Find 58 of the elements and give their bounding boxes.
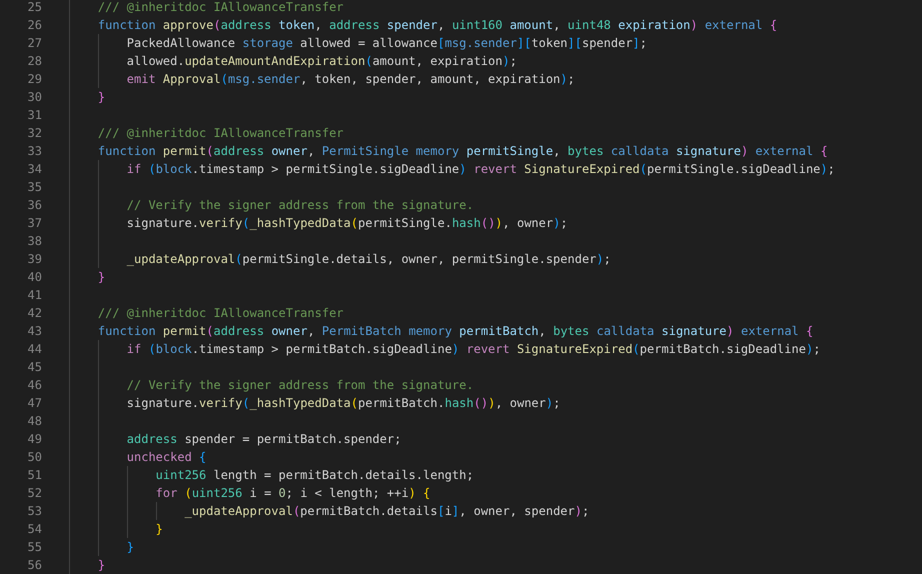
line-number: 56: [26, 557, 42, 574]
line-number: 35: [26, 179, 42, 196]
line-number: 42: [26, 305, 42, 322]
code-line: unchecked {: [126, 449, 206, 466]
line-number: 26: [26, 17, 42, 34]
code-line: if (block.timestamp > permitBatch.sigDeadline) revert SignatureExpired(permitBatch.sigDeadline);: [126, 341, 820, 358]
code-line: for (uint256 i = 0; i < length; ++i) {: [156, 485, 430, 502]
code-line: /// @inheritdoc IAllowanceTransfer: [98, 305, 344, 322]
line-number: 37: [26, 215, 42, 232]
line-number: 30: [26, 89, 42, 106]
line-number: 48: [26, 413, 42, 430]
code-line: }: [98, 269, 106, 286]
code-line: /// @inheritdoc IAllowanceTransfer: [98, 0, 344, 16]
line-number: 41: [26, 287, 42, 304]
line-number: 47: [26, 395, 42, 412]
code-line: function permit(address owner, PermitSingle memory permitSingle, bytes calldata signature) external {: [98, 143, 828, 160]
line-number: 31: [26, 107, 42, 124]
line-number: 50: [26, 449, 42, 466]
line-number: 53: [26, 503, 42, 520]
line-number: 32: [26, 125, 42, 142]
line-number: 33: [26, 143, 42, 160]
line-number: 51: [26, 467, 42, 484]
code-line: function approve(address token, address spender, uint160 amount, uint48 expiration) external {: [98, 17, 778, 34]
line-number: 39: [26, 251, 42, 268]
code-line: signature.verify(_hashTypedData(permitBatch.hash()), owner);: [126, 395, 560, 412]
line-number: 44: [26, 341, 42, 358]
code-line: function permit(address owner, PermitBatch memory permitBatch, bytes calldata signature) external {: [98, 323, 814, 340]
line-number: 54: [26, 521, 42, 538]
code-line: if (block.timestamp > permitSingle.sigDeadline) revert SignatureExpired(permitSingle.sigDeadline);: [126, 161, 835, 178]
code-line: PackedAllowance storage allowed = allowance[msg.sender][token][spender];: [126, 35, 648, 52]
code-line: }: [156, 521, 163, 538]
line-number: 49: [26, 431, 42, 448]
code-line: _updateApproval(permitSingle.details, owner, permitSingle.spender);: [126, 251, 611, 268]
code-line: address spender = permitBatch.spender;: [126, 431, 402, 448]
code-line: allowed.updateAmountAndExpiration(amount, expiration);: [126, 53, 517, 70]
line-number: 38: [26, 233, 42, 250]
line-number: 29: [26, 71, 42, 88]
code-line: uint256 length = permitBatch.details.length;: [156, 467, 474, 484]
line-number: 36: [26, 197, 42, 214]
line-number: 40: [26, 269, 42, 286]
code-line: }: [98, 89, 106, 106]
line-number: 52: [26, 485, 42, 502]
line-number: 34: [26, 161, 42, 178]
code-line: emit Approval(msg.sender, token, spender, amount, expiration);: [126, 71, 575, 88]
code-line: }: [98, 557, 106, 574]
code-line: _updateApproval(permitBatch.details[i], owner, spender);: [184, 503, 590, 520]
line-number: 43: [26, 323, 42, 340]
code-line: signature.verify(_hashTypedData(permitSingle.hash()), owner);: [126, 215, 568, 232]
code-line: /// @inheritdoc IAllowanceTransfer: [98, 125, 344, 142]
line-number: 25: [26, 0, 42, 16]
line-number: 46: [26, 377, 42, 394]
line-number: 45: [26, 359, 42, 376]
code-line: // Verify the signer address from the signature.: [126, 377, 474, 394]
code-line: }: [126, 539, 134, 556]
line-number: 55: [26, 539, 42, 556]
code-line: // Verify the signer address from the signature.: [126, 197, 474, 214]
line-number: 27: [26, 35, 42, 52]
line-number: 28: [26, 53, 42, 70]
